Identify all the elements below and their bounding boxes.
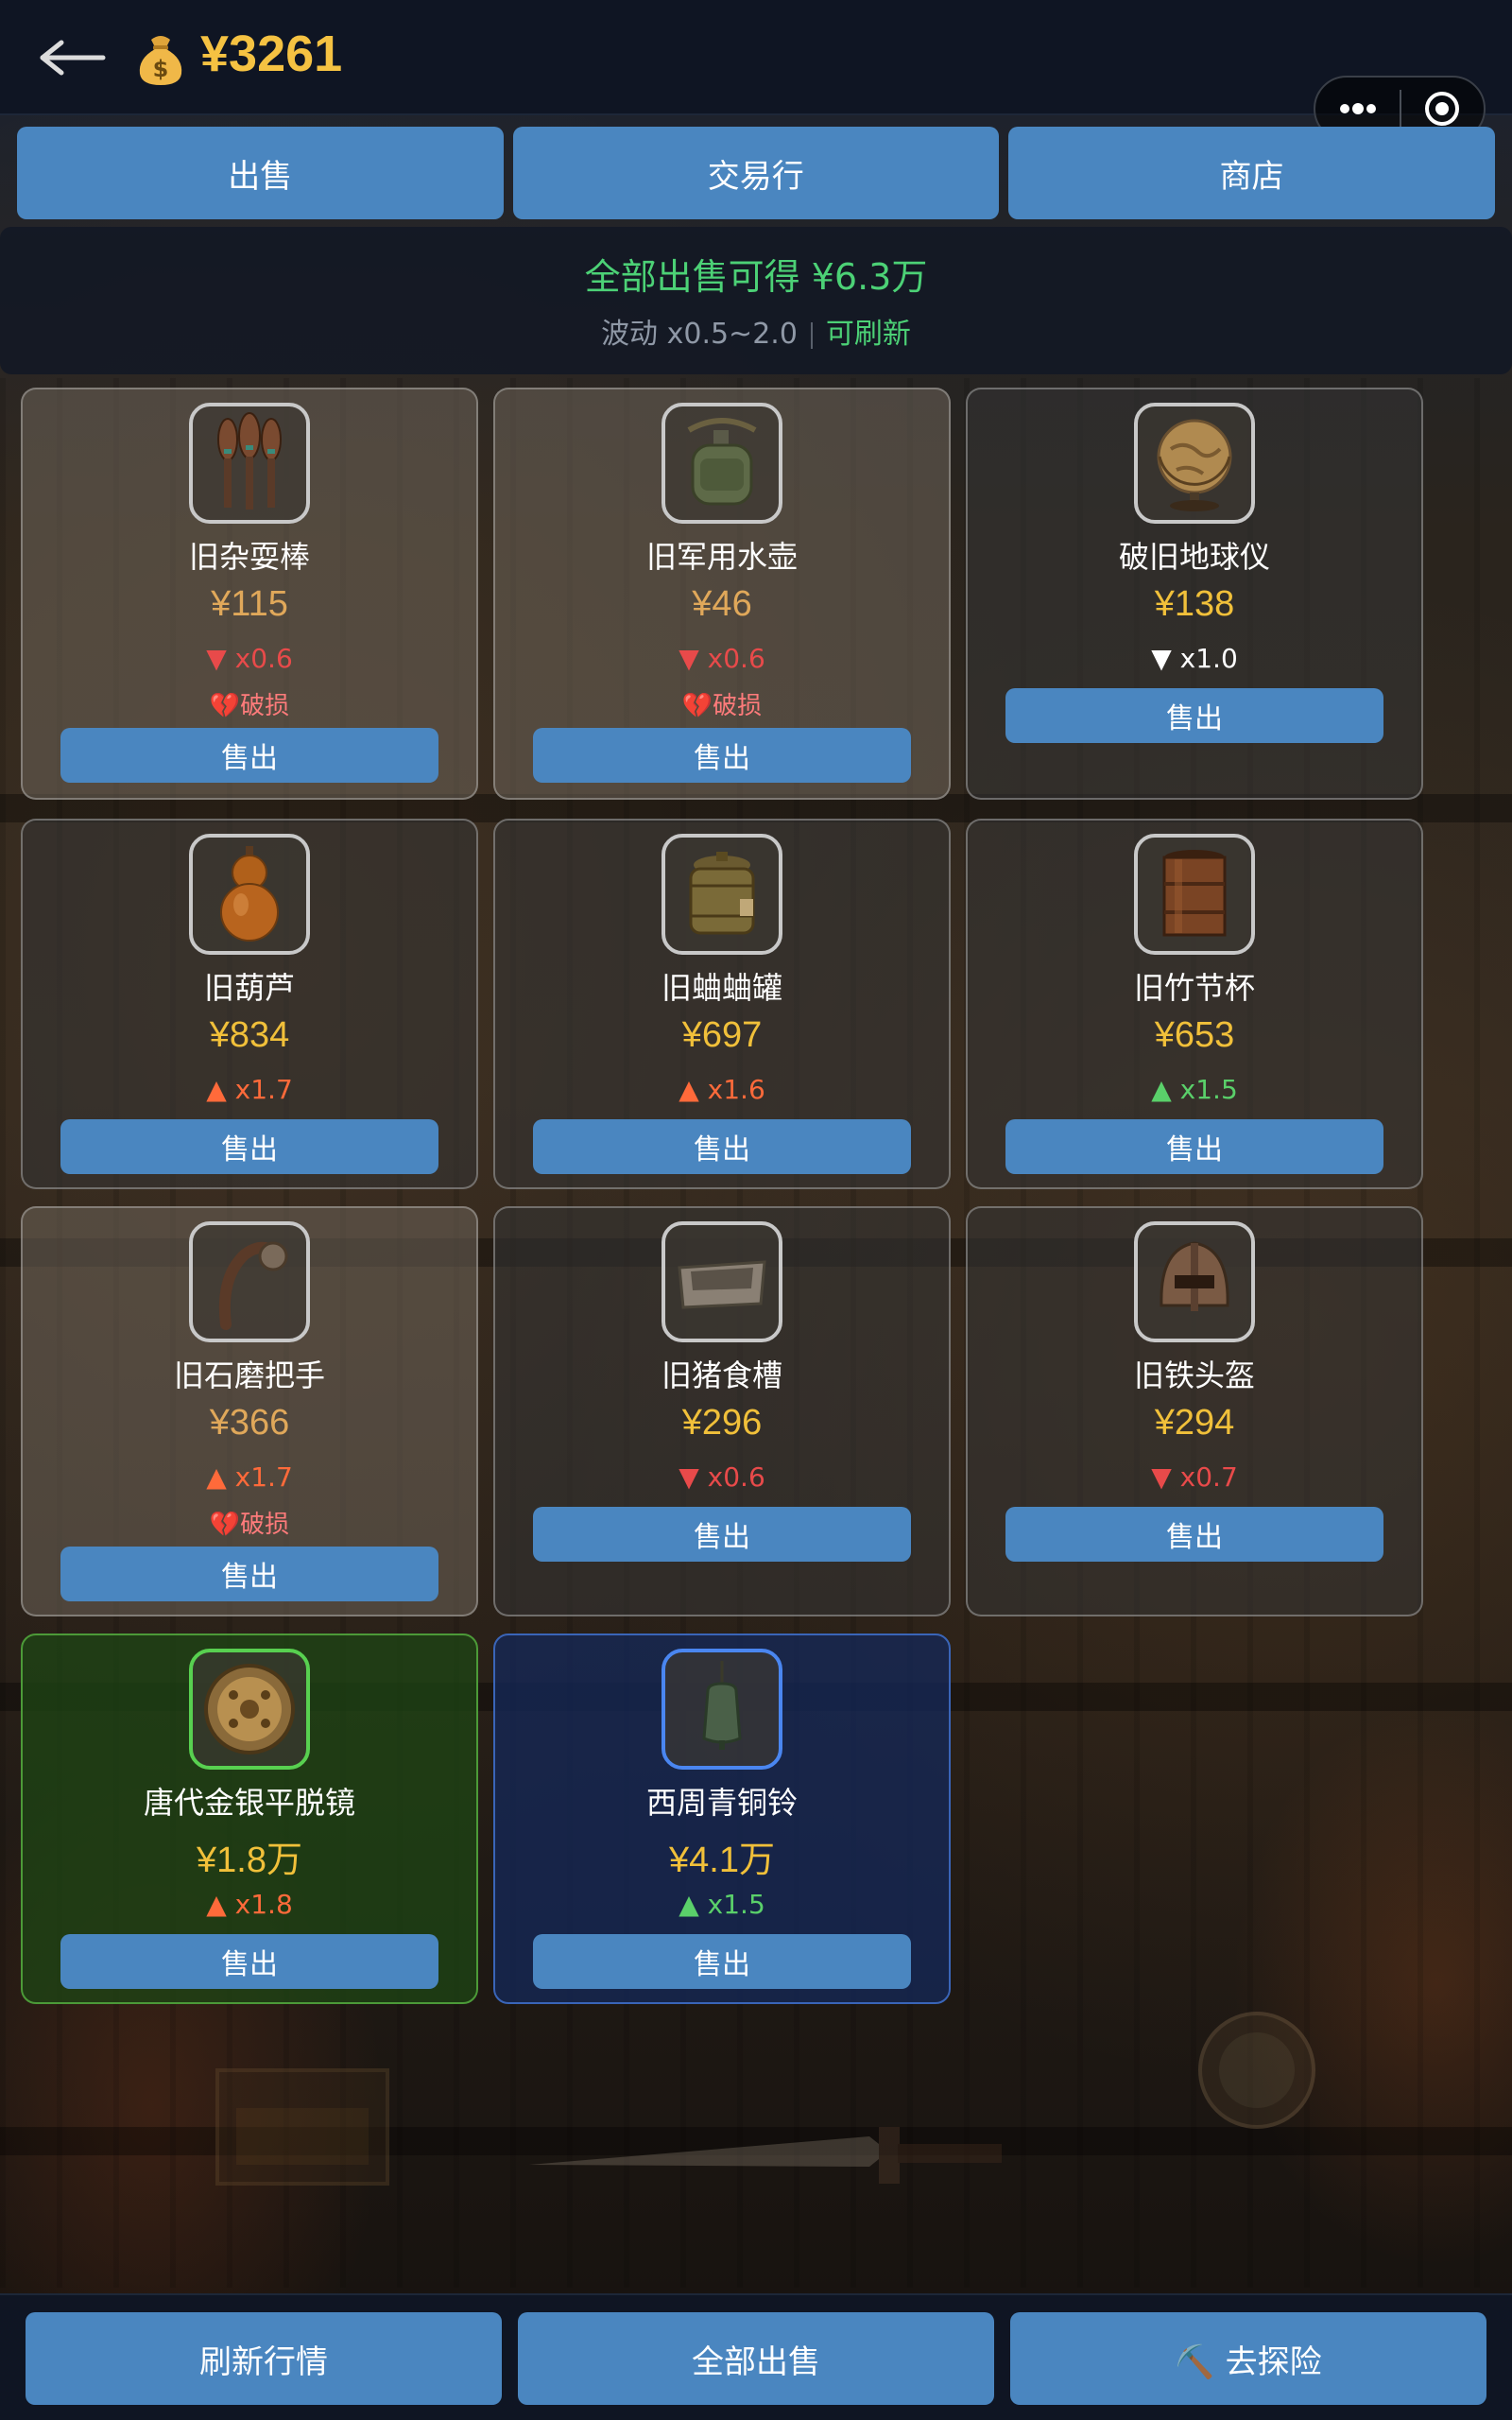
tab-exchange[interactable]: 交易行	[512, 127, 999, 219]
item-name: 旧石磨把手	[173, 1357, 325, 1393]
price-trend: ▼ x0.6	[206, 643, 293, 674]
price-trend: ▲ x1.7	[206, 1461, 293, 1493]
more-dots-icon	[1339, 103, 1376, 114]
total-sell-value: 全部出售可得 ¥6.3万	[584, 256, 928, 298]
item-price: ¥834	[209, 1015, 290, 1055]
item-price: ¥4.1万	[669, 1841, 775, 1880]
item-name: 唐代金银平脱镜	[143, 1785, 355, 1821]
money-balance: ¥3261	[200, 26, 343, 82]
sell-button[interactable]: 售出	[533, 728, 911, 783]
item-card[interactable]: 旧石磨把手 ¥366 ▲ x1.7 💔破损售出	[21, 1206, 478, 1616]
sell-summary: 全部出售可得 ¥6.3万 波动 x0.5~2.0 可刷新	[0, 227, 1512, 374]
item-card[interactable]: 唐代金银平脱镜 ¥1.8万 ▲ x1.8 售出	[21, 1634, 478, 2004]
item-price: ¥138	[1154, 584, 1235, 624]
item-price: ¥46	[692, 584, 752, 624]
bronze-mirror-icon	[189, 1649, 310, 1770]
item-name: 旧猪食槽	[661, 1357, 782, 1393]
go-explore-button[interactable]: ⛏️ 去探险	[1010, 2312, 1486, 2405]
item-card[interactable]: 旧军用水壶 ¥46 ▼ x0.6 💔破损售出	[493, 388, 951, 800]
bronze-bell-icon	[662, 1649, 782, 1770]
item-name: 旧军用水壶	[645, 539, 798, 575]
juggling-clubs-icon	[189, 403, 310, 524]
price-trend: ▼ x1.0	[1151, 643, 1238, 674]
globe-icon	[1134, 403, 1255, 524]
fluctuation-info: 波动 x0.5~2.0 可刷新	[0, 310, 1512, 352]
back-button[interactable]	[34, 26, 110, 89]
back-arrow-icon	[40, 40, 106, 76]
trough-icon	[662, 1221, 782, 1342]
price-trend: ▼ x0.6	[679, 643, 765, 674]
sell-button[interactable]: 售出	[60, 728, 438, 783]
item-price: ¥296	[681, 1403, 763, 1443]
item-price: ¥294	[1154, 1403, 1235, 1443]
price-trend: ▲ x1.5	[1151, 1074, 1238, 1105]
price-trend: ▲ x1.6	[679, 1074, 765, 1105]
damaged-badge: 💔破损	[681, 692, 763, 720]
item-name: 西周青铜铃	[645, 1785, 798, 1821]
top-bar: $ ¥3261	[0, 0, 1512, 115]
item-card[interactable]: 旧铁头盔 ¥294 ▼ x0.7 售出	[966, 1206, 1423, 1616]
tab-bar: 出售 交易行 商店	[17, 127, 1495, 219]
item-name: 旧竹节杯	[1133, 970, 1255, 1006]
item-card[interactable]: 旧葫芦 ¥834 ▲ x1.7 售出	[21, 819, 478, 1189]
target-circle-icon	[1425, 92, 1460, 126]
fluctuation-range: 波动 x0.5~2.0	[601, 318, 798, 351]
sell-button[interactable]: 售出	[533, 1119, 911, 1174]
refresh-market-button[interactable]: 刷新行情	[26, 2312, 502, 2405]
tab-shop[interactable]: 商店	[1008, 127, 1495, 219]
damaged-badge: 💔破损	[209, 1511, 290, 1539]
price-trend: ▼ x0.7	[1151, 1461, 1238, 1493]
bamboo-cup-icon	[1134, 834, 1255, 955]
item-name: 旧杂耍棒	[188, 539, 310, 575]
item-card[interactable]: 旧杂耍棒 ¥115 ▼ x0.6 💔破损售出	[21, 388, 478, 800]
sell-button[interactable]: 售出	[60, 1547, 438, 1601]
refreshable-label: 可刷新	[825, 318, 911, 351]
price-trend: ▲ x1.7	[206, 1074, 293, 1105]
background-decor-chest	[215, 2068, 389, 2186]
gourd-icon	[189, 834, 310, 955]
item-card[interactable]: 旧竹节杯 ¥653 ▲ x1.5 售出	[966, 819, 1423, 1189]
item-card[interactable]: 旧蛐蛐罐 ¥697 ▲ x1.6 售出	[493, 819, 951, 1189]
sell-button[interactable]: 售出	[1005, 1507, 1383, 1562]
item-price: ¥1.8万	[197, 1841, 302, 1880]
bottom-bar: 刷新行情 全部出售 ⛏️ 去探险	[0, 2293, 1512, 2420]
item-card[interactable]: 西周青铜铃 ¥4.1万 ▲ x1.5 售出	[493, 1634, 951, 2004]
cricket-jar-icon	[662, 834, 782, 955]
item-name: 破旧地球仪	[1118, 539, 1270, 575]
background-decor-compass	[1198, 2012, 1315, 2129]
item-name: 旧葫芦	[203, 970, 295, 1006]
price-trend: ▲ x1.5	[679, 1889, 765, 1920]
sell-button[interactable]: 售出	[1005, 688, 1383, 743]
item-price: ¥366	[209, 1403, 290, 1443]
sell-button[interactable]: 售出	[60, 1119, 438, 1174]
divider	[810, 321, 813, 349]
item-card[interactable]: 破旧地球仪 ¥138 ▼ x1.0 售出	[966, 388, 1423, 800]
item-name: 旧铁头盔	[1133, 1357, 1255, 1393]
helmet-icon	[1134, 1221, 1255, 1342]
canteen-icon	[662, 403, 782, 524]
price-trend: ▲ x1.8	[206, 1889, 293, 1920]
item-card[interactable]: 旧猪食槽 ¥296 ▼ x0.6 售出	[493, 1206, 951, 1616]
price-trend: ▼ x0.6	[679, 1461, 765, 1493]
svg-text:$: $	[153, 56, 169, 82]
tab-sell[interactable]: 出售	[17, 127, 504, 219]
sell-button[interactable]: 售出	[533, 1934, 911, 1989]
millstone-handle-icon	[189, 1221, 310, 1342]
background-decor-sword	[529, 2127, 1002, 2184]
item-price: ¥697	[681, 1015, 763, 1055]
item-price: ¥115	[211, 584, 288, 624]
sell-button[interactable]: 售出	[1005, 1119, 1383, 1174]
item-name: 旧蛐蛐罐	[661, 970, 782, 1006]
sell-button[interactable]: 售出	[533, 1507, 911, 1562]
sell-all-button[interactable]: 全部出售	[518, 2312, 994, 2405]
item-price: ¥653	[1154, 1015, 1235, 1055]
money-bag-icon: $	[139, 36, 182, 85]
damaged-badge: 💔破损	[209, 692, 290, 720]
sell-button[interactable]: 售出	[60, 1934, 438, 1989]
